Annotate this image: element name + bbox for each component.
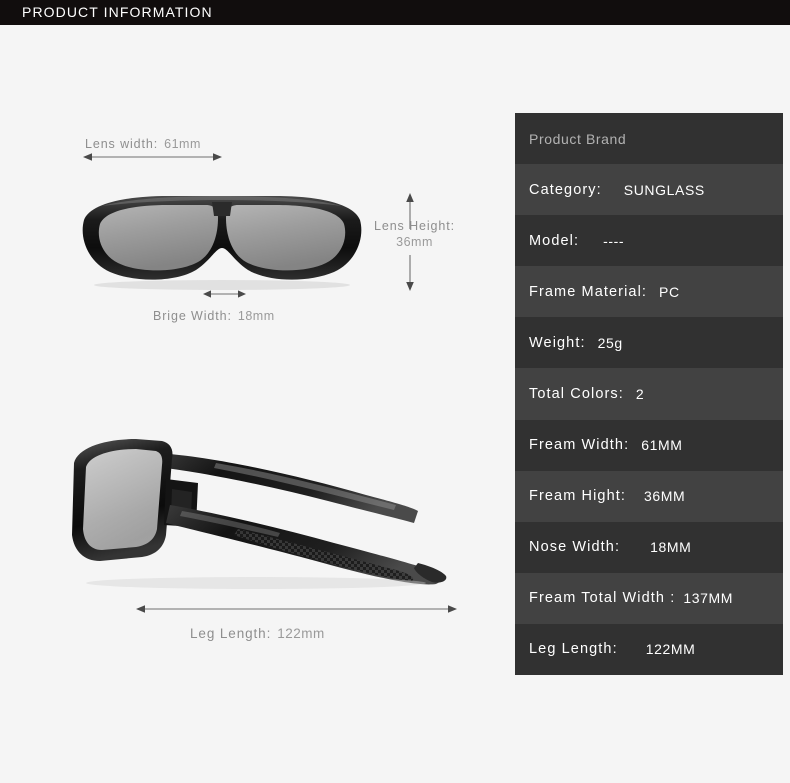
table-row: Category: SUNGLASS [515,164,783,216]
spec-value-category: SUNGLASS [623,181,705,198]
spec-value-fream-total-width: 137MM [683,590,734,607]
table-row: Model: ---- [515,215,783,267]
lens-width-arrow [83,153,222,161]
bridge-width-arrow [203,290,246,298]
spec-label-product-brand: Product Brand [529,130,627,147]
lens-height-value: 36mm [396,235,433,249]
spec-value-total-colors: 2 [635,386,645,403]
table-row: Weight: 25g [515,317,783,369]
spec-value-nose-width: 18MM [650,539,692,556]
sunglasses-front-view [72,190,372,295]
bridge-width-value: 18mm [237,309,275,323]
spec-label-nose-width: Nose Width: [529,539,621,556]
table-row: Fream Hight: 36MM [515,470,783,522]
lens-width-value: 61mm [164,137,201,151]
table-row: Nose Width: 18MM [515,521,783,573]
bridge-width-annotation: Brige Width: 18mm [153,309,275,323]
spec-label-frame-material: Frame Material: [529,283,648,300]
header-bar: PRODUCT INFORMATION [0,0,790,25]
spec-label-fream-width: Fream Width: [529,437,630,454]
spec-value-weight: 25g [597,334,623,351]
spec-label-weight: Weight: [529,334,586,351]
spec-label-leg-length: Leg Length: [529,641,618,658]
lens-height-arrow-bottom [406,255,414,291]
spec-value-fream-width: 61MM [641,437,683,454]
table-row: Leg Length: 122MM [515,623,783,676]
spec-label-fream-total-width: Fream Total Width : [529,590,676,607]
spec-label-category: Category: [529,181,602,198]
table-row: Fream Total Width : 137MM [515,572,783,624]
lens-height-label: Lens Height: [374,219,455,233]
lens-height-annotation: Lens Height: 36mm [374,219,455,249]
spec-label-total-colors: Total Colors: [529,386,624,403]
table-row: Frame Material: PC [515,266,783,318]
product-diagram-area: Lens width: 61mm Lens Height: 36mm Brige… [0,25,500,783]
leg-length-label: Leg Length: [190,626,272,641]
spec-value-leg-length: 122MM [645,641,696,658]
lens-width-annotation: Lens width: 61mm [85,137,201,151]
spec-value-frame-material: PC [659,283,680,300]
table-row: Total Colors: 2 [515,368,783,420]
leg-length-value: 122mm [277,626,325,641]
spec-value-fream-hight: 36MM [644,488,686,505]
lens-width-label: Lens width: [85,137,159,151]
spec-value-model: ---- [603,232,625,249]
spec-label-model: Model: [529,232,580,249]
sunglasses-side-view [66,423,466,598]
bridge-width-label: Brige Width: [153,309,232,323]
table-row: Product Brand [515,113,783,165]
specification-table: Product Brand Category: SUNGLASS Model: … [515,113,783,676]
leg-length-arrow [136,605,457,613]
spec-label-fream-hight: Fream Hight: [529,488,626,505]
page-title: PRODUCT INFORMATION [22,4,213,20]
leg-length-annotation: Leg Length: 122mm [190,626,325,641]
table-row: Fream Width: 61MM [515,419,783,471]
